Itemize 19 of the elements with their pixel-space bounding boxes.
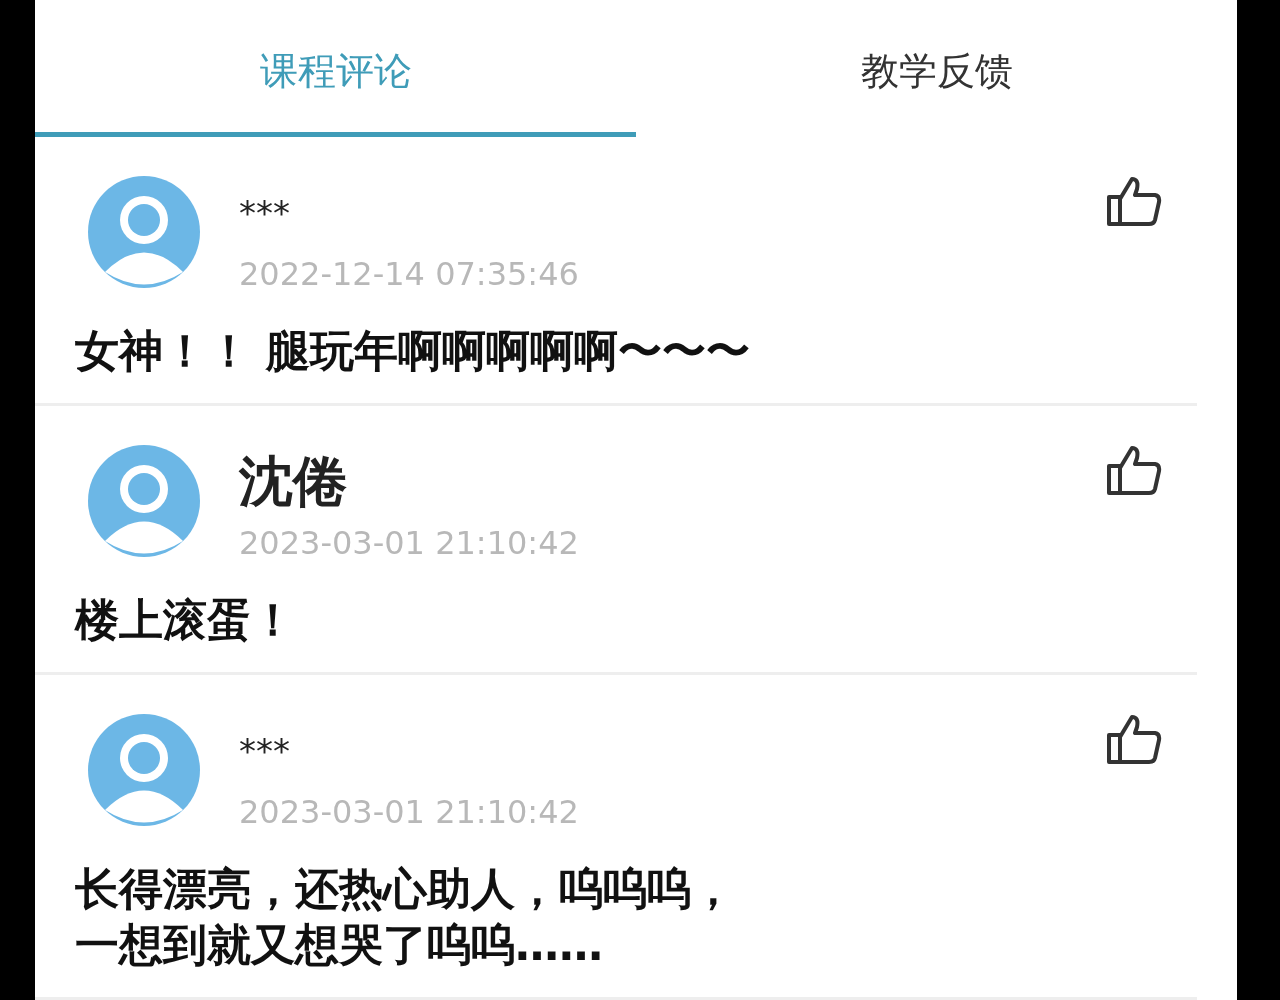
user-name: 沈倦: [239, 448, 348, 515]
avatar-icon: [87, 713, 201, 827]
thumbs-up-icon: [1106, 444, 1162, 496]
comment-text: 长得漂亮，还热心助人，呜呜呜，: [75, 862, 735, 916]
comment-text: 楼上滚蛋！: [75, 593, 295, 647]
user-name: ***: [239, 192, 291, 235]
comment-text: 一想到就又想哭了呜呜……: [75, 918, 603, 972]
like-button[interactable]: [1106, 444, 1162, 496]
comment-text: 女神！！ 腿玩年啊啊啊啊啊〜〜〜: [75, 324, 751, 378]
comment-time: 2022-12-14 07:35:46: [239, 255, 580, 293]
comment-time: 2023-03-01 21:10:42: [239, 524, 580, 562]
user-name: ***: [239, 730, 291, 773]
avatar-icon: [87, 175, 201, 289]
like-button[interactable]: [1106, 713, 1162, 765]
thumbs-up-icon: [1106, 175, 1162, 227]
thumbs-up-icon: [1106, 713, 1162, 765]
comment-time: 2023-03-01 21:10:42: [239, 793, 580, 831]
avatar-icon: [87, 444, 201, 558]
like-button[interactable]: [1106, 175, 1162, 227]
